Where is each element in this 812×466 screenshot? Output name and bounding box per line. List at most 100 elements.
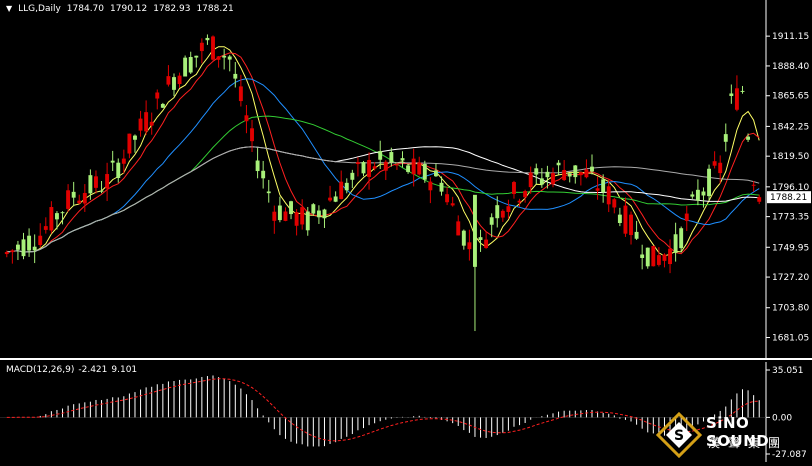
candle-body [590, 166, 594, 172]
candle-body [656, 255, 661, 265]
triangle-down-icon[interactable]: ▼ [6, 4, 12, 13]
candle-body [277, 205, 282, 221]
candle-body [450, 203, 455, 206]
macd-signal-line [6, 378, 760, 442]
candle-body [695, 189, 700, 201]
candle-body [27, 235, 32, 251]
candle-body [489, 217, 494, 225]
candle-body [701, 191, 706, 196]
price-tick-label: 1703.80 [772, 304, 809, 314]
macd-value: -2.421 [78, 365, 108, 375]
candle-body [629, 214, 633, 236]
candle-body [383, 161, 388, 171]
candle-body [60, 212, 65, 214]
candle-body [328, 197, 333, 201]
candle-body [539, 178, 544, 185]
candle-body [10, 250, 15, 253]
candle-body [77, 200, 82, 204]
candle-body [473, 194, 477, 267]
candle-body [478, 237, 483, 240]
candle-body [66, 190, 71, 209]
candle-body [617, 214, 622, 223]
candle-body [199, 42, 204, 52]
candle-body [712, 161, 717, 166]
candle-body [562, 169, 567, 181]
candle-body [250, 128, 254, 142]
candle-body [38, 235, 43, 246]
candle-body [361, 162, 366, 174]
candle-body [211, 36, 215, 60]
ma-gray-line [6, 146, 760, 253]
candle-body [333, 196, 338, 202]
candle-body [300, 207, 305, 225]
candle-body [183, 57, 188, 77]
candle-body [445, 194, 450, 203]
price-tick-label: 1773.35 [772, 213, 809, 223]
candle-body [344, 182, 349, 191]
candle-body [127, 133, 132, 154]
candle-body [461, 230, 466, 246]
candle-body [99, 190, 104, 192]
price-tick-label: 1681.05 [772, 334, 809, 344]
candle-body [305, 211, 310, 231]
candle-body [32, 246, 37, 251]
candle-body [144, 112, 149, 132]
candle-body [584, 169, 589, 178]
candle-body [43, 226, 48, 230]
candle-body [484, 239, 489, 248]
candle-body [567, 173, 572, 177]
low-value: 1782.93 [153, 4, 191, 14]
candle-body [105, 174, 110, 189]
candle-body [110, 160, 115, 163]
high-value: 1790.12 [110, 4, 148, 14]
ma-green-line [6, 115, 760, 253]
sino-sound-logo: S SiNO SOUND 漢聲集團 [656, 412, 806, 460]
panel-divider[interactable] [0, 358, 812, 360]
candle-body [316, 210, 321, 218]
svg-text:S: S [674, 428, 684, 444]
candle-body [339, 181, 344, 200]
candle-body [422, 163, 427, 180]
candle-body [155, 92, 160, 99]
candle-body [94, 176, 98, 188]
candle-body [255, 160, 260, 172]
candle-body [517, 200, 522, 203]
candle-body [757, 197, 762, 202]
candle-body [322, 209, 327, 219]
candle-body [406, 165, 411, 172]
price-tick-label: 1865.65 [772, 92, 809, 102]
chart-header: ▼ LLG,Daily 1784.70 1790.12 1782.93 1788.21 [6, 4, 240, 14]
candle-body [261, 170, 266, 179]
candle-body [160, 103, 165, 108]
candle-body [350, 172, 355, 180]
open-value: 1784.70 [66, 4, 105, 14]
candle-body [311, 204, 316, 214]
candle-body [534, 168, 539, 175]
price-chart-svg[interactable]: 1911.151888.401865.651842.251819.501796.… [0, 0, 812, 358]
candle-body [233, 73, 238, 79]
candle-body [378, 151, 383, 160]
candle-body [222, 55, 227, 58]
current-price-label: 1788.21 [770, 193, 807, 203]
price-tick-label: 1888.40 [772, 62, 809, 72]
candle-body [573, 165, 578, 178]
candle-body [495, 205, 500, 219]
candle-body [294, 212, 299, 226]
candle-body [506, 206, 511, 212]
symbol-label: LLG,Daily [18, 4, 61, 14]
macd-tick-label: 35.051 [772, 366, 804, 376]
candle-body [723, 134, 728, 142]
candle-body [266, 191, 271, 194]
candle-body [4, 252, 9, 255]
candle-body [433, 170, 438, 177]
candle-body [439, 182, 444, 192]
price-chart-panel[interactable]: 1911.15 1888.40 1865.65 1842.25 1819.50 1796.… [0, 0, 812, 358]
candle-body [355, 162, 360, 165]
candle-body [116, 162, 121, 178]
close-value: 1788.21 [196, 4, 234, 14]
candle-body [634, 231, 639, 239]
candle-body [71, 191, 76, 198]
candle-body [177, 75, 182, 85]
candle-body [283, 211, 288, 221]
candle-body [289, 201, 293, 215]
